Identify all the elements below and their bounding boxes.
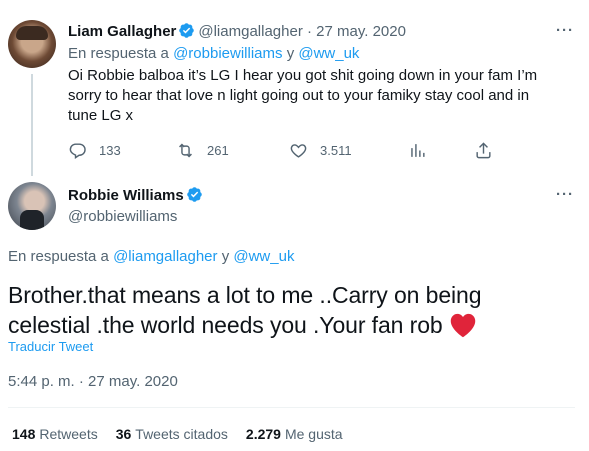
- reply-context-prefix: En respuesta a: [68, 45, 169, 62]
- robbie-williams-avatar[interactable]: [8, 182, 56, 230]
- likes-label: Me gusta: [284, 426, 343, 442]
- reply-icon: [69, 142, 86, 159]
- analytics-icon: [411, 143, 425, 157]
- more-options-icon[interactable]: ···: [556, 186, 574, 203]
- divider: [8, 407, 575, 408]
- translate-tweet-link[interactable]: Traducir Tweet: [8, 339, 93, 355]
- reply-author-handle[interactable]: @liamgallagher: [198, 23, 302, 40]
- share-button[interactable]: [474, 140, 505, 160]
- verified-badge-icon: [179, 23, 195, 38]
- likes-stat[interactable]: 2.279 Me gusta: [246, 425, 343, 443]
- reply-context: En respuesta a @liamgallagher y @ww_uk: [8, 247, 294, 266]
- analytics-button[interactable]: [408, 140, 439, 160]
- tweet-text: Brother.that means a lot to me ..Carry o…: [8, 282, 482, 338]
- reply-context-conj: y: [221, 248, 230, 265]
- like-count: 3.511: [320, 142, 352, 158]
- reply-count: 133: [99, 142, 121, 158]
- reply-tweet-text: Oi Robbie balboa it’s LG I hear you got …: [68, 67, 538, 124]
- share-icon: [476, 141, 491, 158]
- like-heart-icon: [290, 143, 307, 158]
- reply-button[interactable]: 133: [68, 140, 121, 160]
- tweet-author-handle[interactable]: @robbiewilliams: [68, 207, 177, 226]
- reply-context: En respuesta a @robbiewilliams y @ww_uk: [68, 44, 359, 63]
- quote-tweets-count: 36: [115, 426, 132, 442]
- tweet-author-name[interactable]: Robbie Williams: [68, 187, 184, 204]
- mention-liamgallagher[interactable]: @liamgallagher: [113, 248, 217, 265]
- tweet-text-block: Brother.that means a lot to me ..Carry o…: [8, 280, 568, 340]
- tweet-actions: 133 261 3.511: [68, 140, 508, 160]
- retweets-count: 148: [12, 426, 36, 442]
- liam-gallagher-avatar[interactable]: [8, 20, 56, 68]
- retweet-icon: [179, 143, 192, 157]
- tweet-author: Robbie Williams: [68, 186, 206, 205]
- reply-tweet-header: Liam Gallagher @liamgallagher · 27 may. 2…: [68, 22, 406, 41]
- reply-author-name[interactable]: Liam Gallagher: [68, 23, 176, 40]
- mention-ww-uk[interactable]: @ww_uk: [298, 45, 359, 62]
- like-button[interactable]: 3.511: [289, 140, 352, 160]
- tweet-stats: 148 Retweets 36 Tweets citados 2.279 Me gus…: [12, 425, 343, 443]
- retweets-label: Retweets: [39, 426, 98, 442]
- reply-context-prefix: En respuesta a: [8, 248, 109, 265]
- red-heart-emoji-icon: [450, 313, 476, 338]
- verified-badge-icon: [186, 187, 202, 202]
- quote-tweets-stat[interactable]: 36 Tweets citados: [116, 425, 228, 443]
- retweet-button[interactable]: 261: [176, 140, 229, 160]
- likes-count: 2.279: [245, 426, 281, 442]
- mention-ww-uk[interactable]: @ww_uk: [233, 248, 294, 265]
- mention-robbiewilliams[interactable]: @robbiewilliams: [173, 45, 282, 62]
- tweet-timestamp[interactable]: 5:44 p. m. · 27 may. 2020: [8, 372, 178, 391]
- header-separator: ·: [307, 23, 312, 40]
- thread-line: [31, 74, 33, 176]
- reply-date[interactable]: 27 may. 2020: [316, 23, 406, 40]
- retweet-count: 261: [207, 142, 229, 158]
- reply-tweet[interactable]: Liam Gallagher @liamgallagher · 27 may. 2…: [0, 0, 589, 176]
- retweets-stat[interactable]: 148 Retweets: [12, 425, 98, 443]
- reply-context-conj: y: [286, 45, 295, 62]
- more-options-icon[interactable]: ···: [556, 22, 574, 39]
- quote-tweets-label: Tweets citados: [135, 426, 228, 442]
